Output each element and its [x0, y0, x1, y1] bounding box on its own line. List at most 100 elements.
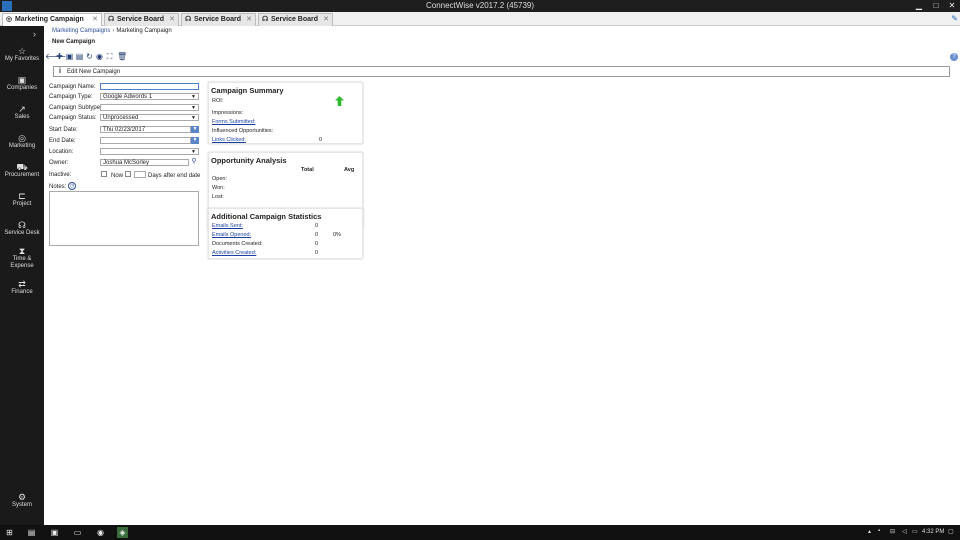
volume-icon[interactable]: ◁: [902, 528, 907, 535]
owner-label: Owner:: [49, 160, 69, 166]
section-header: i Edit New Campaign: [53, 66, 950, 77]
campaign-name-input[interactable]: [100, 83, 199, 90]
cart-icon: ⛟: [16, 162, 28, 172]
sidebar-item-time-expense[interactable]: ⧗ Time & Expense: [0, 246, 44, 270]
file-explorer-icon[interactable]: ▤: [26, 527, 37, 538]
emails-opened-value: 0: [315, 232, 319, 238]
influenced-opportunities-label: Influenced Opportunities:: [212, 128, 274, 134]
save-and-close-icon[interactable]: ▤: [75, 52, 84, 61]
campaign-type-select[interactable]: Google Adwords 1 ▼: [100, 93, 199, 100]
minimize-button[interactable]: ▁: [912, 0, 926, 12]
network-icon[interactable]: ⊟: [890, 528, 895, 535]
campaign-summary-title: Campaign Summary: [211, 86, 284, 95]
sidebar-item-system[interactable]: ⚙ System: [0, 492, 44, 509]
activities-created-link[interactable]: Activities Created:: [212, 250, 256, 256]
sidebar-item-sales[interactable]: ↗ Sales: [0, 104, 44, 121]
sliders-icon: ⇄: [18, 279, 26, 289]
info-icon: i: [59, 68, 61, 75]
help-icon[interactable]: ?: [950, 53, 958, 61]
end-date-label: End Date:: [49, 138, 76, 144]
tray-app-icon[interactable]: ▪: [878, 528, 880, 534]
end-date-input[interactable]: [100, 137, 191, 144]
sidebar-item-project[interactable]: ⊏ Project: [0, 191, 44, 208]
tab-service-board[interactable]: ☊ Service Board ✕: [258, 13, 333, 26]
delete-icon[interactable]: 🗑: [117, 52, 127, 61]
sidebar-item-service-desk[interactable]: ☊ Service Desk: [0, 220, 44, 237]
app-icon[interactable]: ▣: [49, 527, 60, 538]
copy-icon[interactable]: ◉: [95, 52, 104, 61]
impressions-label: Impressions:: [212, 110, 244, 116]
battery-icon[interactable]: ▭: [912, 528, 918, 535]
tab-label: Marketing Campaign: [14, 16, 84, 23]
breadcrumb-link-marketing-campaigns[interactable]: Marketing Campaigns: [52, 28, 110, 34]
sidebar-item-my-favorites[interactable]: ☆ My Favorites: [0, 46, 44, 63]
location-select[interactable]: ▼: [100, 148, 199, 155]
target-icon: ◎: [18, 133, 26, 143]
links-clicked-link[interactable]: Links Clicked:: [212, 137, 246, 143]
tab-close-icon[interactable]: ✕: [246, 14, 252, 26]
section-title: Edit New Campaign: [67, 69, 121, 75]
close-button[interactable]: ✕: [945, 0, 959, 12]
sidebar-item-marketing[interactable]: ◎ Marketing: [0, 133, 44, 150]
tab-close-icon[interactable]: ✕: [323, 14, 329, 26]
total-column-header: Total: [301, 167, 314, 173]
inactive-days-input[interactable]: [134, 171, 146, 178]
tab-close-icon[interactable]: ✕: [92, 14, 98, 26]
tab-service-board[interactable]: ☊ Service Board ✕: [104, 13, 179, 26]
tab-service-board[interactable]: ☊ Service Board ✕: [181, 13, 256, 26]
breadcrumb: Marketing Campaigns › Marketing Campaign: [52, 28, 172, 34]
sidebar-item-finance[interactable]: ⇄ Finance: [0, 279, 44, 296]
campaign-status-value: Unprocessed: [103, 115, 139, 121]
documents-created-label: Documents Created:: [212, 241, 263, 247]
inactive-days-checkbox[interactable]: [125, 171, 131, 177]
notes-textarea[interactable]: [49, 191, 199, 246]
dropdown-arrow-icon: ▼: [191, 149, 196, 155]
roi-label: ROI:: [212, 98, 224, 104]
additional-stats-title: Additional Campaign Statistics: [211, 212, 322, 221]
tab-label: Service Board: [116, 16, 165, 23]
emails-opened-link[interactable]: Emails Opened:: [212, 232, 251, 238]
taskbar: ⊞ ▤ ▣ ▭ ◉ ◈ ▴ ▪ ⊟ ◁ ▭ 4:32 PM ▢: [0, 525, 960, 540]
folder-icon[interactable]: ▭: [72, 527, 83, 538]
back-icon[interactable]: 🡐: [45, 52, 66, 61]
sidebar-item-procurement[interactable]: ⛟ Procurement: [0, 162, 44, 179]
clock-icon[interactable]: ◷: [68, 182, 76, 190]
chrome-icon[interactable]: ◉: [95, 527, 106, 538]
connectwise-taskbar-icon[interactable]: ◈: [117, 527, 128, 538]
owner-input[interactable]: Joshua McSorley: [100, 159, 189, 166]
campaign-type-label: Campaign Type:: [49, 94, 93, 100]
refresh-icon[interactable]: ↻: [85, 52, 94, 61]
calendar-icon[interactable]: ▼: [191, 126, 199, 133]
building-icon: ▣: [17, 75, 27, 85]
tab-close-icon[interactable]: ✕: [169, 14, 175, 26]
sidebar: › ☆ My Favorites ▣ Companies ↗ Sales ◎ M…: [0, 26, 44, 525]
start-date-input[interactable]: Thu 02/23/2017: [100, 126, 191, 133]
breadcrumb-current: Marketing Campaign: [116, 28, 172, 34]
notifications-icon[interactable]: ▢: [948, 528, 954, 535]
tray-chevron-icon[interactable]: ▴: [868, 528, 871, 535]
maximize-button[interactable]: □: [929, 0, 943, 12]
clock-time[interactable]: 4:32 PM: [922, 529, 944, 535]
clock-icon: ⧗: [18, 246, 26, 256]
campaign-subtype-select[interactable]: ▼: [100, 104, 199, 111]
chevron-right-icon[interactable]: ›: [33, 29, 36, 39]
location-label: Location:: [49, 149, 74, 155]
forms-submitted-link[interactable]: Forms Submitted:: [212, 119, 255, 125]
campaign-status-select[interactable]: Unprocessed ▼: [100, 114, 199, 121]
search-icon[interactable]: ⚲: [190, 158, 198, 166]
save-icon[interactable]: ▣: [65, 52, 74, 61]
add-icon[interactable]: ✚: [55, 52, 64, 61]
headset-icon: ☊: [262, 16, 269, 23]
pin-icon[interactable]: ✎: [951, 14, 958, 23]
emails-sent-link[interactable]: Emails Sent:: [212, 223, 243, 229]
main-content: Marketing Campaigns › Marketing Campaign N…: [44, 26, 960, 525]
calendar-icon[interactable]: ▼: [191, 137, 199, 144]
links-clicked-value: 0: [319, 137, 323, 143]
dropdown-arrow-icon: ▼: [191, 115, 196, 121]
sidebar-item-companies[interactable]: ▣ Companies: [0, 75, 44, 92]
print-icon[interactable]: ⛶: [105, 52, 114, 61]
campaign-subtype-label: Campaign Subtype:: [49, 105, 102, 111]
inactive-now-checkbox[interactable]: [101, 171, 107, 177]
tab-marketing-campaign[interactable]: ◎ Marketing Campaign ✕: [2, 13, 102, 26]
windows-start-icon[interactable]: ⊞: [4, 527, 15, 538]
